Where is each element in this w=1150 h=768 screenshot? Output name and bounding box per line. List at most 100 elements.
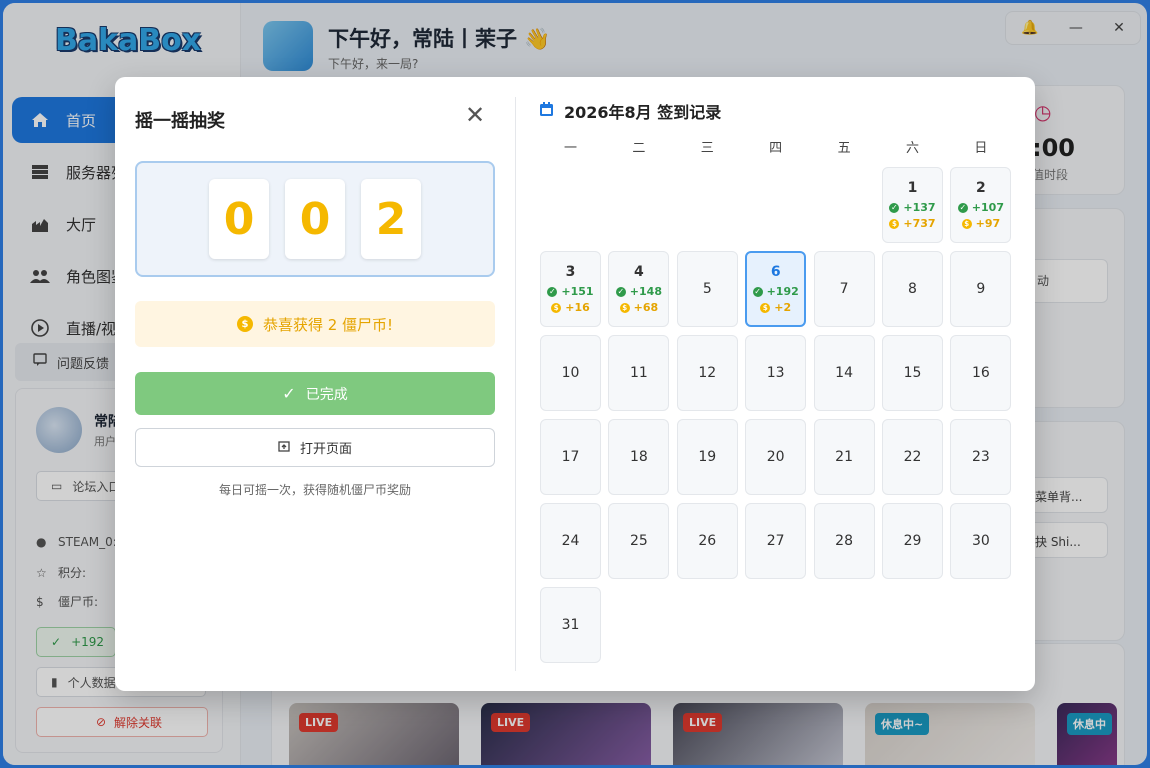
coin-icon: $ bbox=[889, 218, 900, 229]
calendar-day[interactable]: 26 bbox=[676, 503, 738, 579]
calendar-day[interactable]: 21 bbox=[813, 419, 875, 495]
completed-button[interactable]: ✓ 已完成 bbox=[135, 372, 495, 415]
day-number: 26 bbox=[698, 533, 717, 549]
calendar-icon bbox=[539, 101, 554, 121]
day-number: 27 bbox=[766, 533, 785, 549]
calendar-day[interactable]: 12 bbox=[676, 335, 738, 411]
open-page-button[interactable]: 打开页面 bbox=[135, 428, 495, 467]
check-icon: ✓ bbox=[547, 286, 558, 297]
coin-icon: $ bbox=[760, 302, 771, 313]
day-number: 11 bbox=[629, 365, 648, 381]
calendar-day[interactable]: 18 bbox=[608, 419, 670, 495]
day-number: 12 bbox=[698, 365, 717, 381]
coin-icon: $ bbox=[619, 302, 630, 313]
day-number: 22 bbox=[903, 449, 922, 465]
coin-icon: $ bbox=[236, 316, 253, 332]
day-number: 25 bbox=[629, 533, 648, 549]
calendar-day[interactable]: 14 bbox=[813, 335, 875, 411]
reward-banner: $ 恭喜获得 2 僵尸币! bbox=[135, 301, 495, 347]
day-number: 9 bbox=[976, 281, 986, 297]
modal-divider bbox=[515, 97, 516, 671]
check-icon: ✓ bbox=[957, 202, 968, 213]
calendar-day[interactable]: 5 bbox=[676, 251, 738, 327]
day-number: 4 bbox=[634, 264, 644, 280]
calendar-day[interactable]: 10 bbox=[540, 335, 601, 411]
weekday-label: 三 bbox=[700, 141, 714, 156]
day-number: 13 bbox=[766, 365, 785, 381]
calendar-day[interactable]: 23 bbox=[950, 419, 1012, 495]
day-coins: $ +16 bbox=[551, 301, 590, 314]
calendar-day[interactable]: 27 bbox=[745, 503, 807, 579]
calendar-day[interactable]: 6 ✓ +192 $ +2 bbox=[745, 251, 807, 327]
calendar-day[interactable]: 28 bbox=[813, 503, 875, 579]
day-exp: ✓ +192 bbox=[752, 285, 799, 298]
day-coins: $ +737 bbox=[889, 217, 936, 230]
weekday-label: 四 bbox=[769, 141, 783, 156]
calendar-day[interactable]: 30 bbox=[950, 503, 1012, 579]
calendar-day[interactable]: 17 bbox=[540, 419, 601, 495]
weekday-label: 六 bbox=[905, 141, 919, 156]
day-exp: ✓ +148 bbox=[615, 285, 662, 298]
day-number: 1 bbox=[907, 180, 918, 196]
calendar-day[interactable]: 9 bbox=[950, 251, 1012, 327]
day-number: 23 bbox=[971, 449, 990, 465]
completed-label: 已完成 bbox=[305, 386, 348, 403]
day-coins: $ +68 bbox=[619, 301, 658, 314]
day-number: 6 bbox=[770, 264, 781, 280]
day-number: 14 bbox=[835, 365, 853, 381]
calendar-day[interactable]: 13 bbox=[745, 335, 807, 411]
calendar-day[interactable]: 29 bbox=[882, 503, 943, 579]
day-number: 17 bbox=[561, 449, 580, 465]
day-number: 18 bbox=[629, 449, 648, 465]
calendar-day[interactable]: 31 bbox=[540, 587, 601, 663]
slot-digit: 0 bbox=[209, 179, 269, 259]
day-number: 8 bbox=[908, 281, 917, 297]
check-icon: ✓ bbox=[889, 202, 900, 213]
calendar-day[interactable]: 24 bbox=[540, 503, 601, 579]
day-number: 7 bbox=[839, 281, 849, 297]
day-coins: $ +2 bbox=[760, 301, 791, 314]
weekday-label: 二 bbox=[632, 141, 646, 156]
calendar-day[interactable]: 15 bbox=[882, 335, 943, 411]
calendar-day[interactable]: 2 ✓ +107 $ +97 bbox=[950, 167, 1012, 243]
day-number: 10 bbox=[561, 365, 580, 381]
calendar-title: 2026年8月 签到记录 bbox=[539, 99, 721, 123]
calendar-day[interactable]: 19 bbox=[676, 419, 738, 495]
day-number: 16 bbox=[971, 365, 990, 381]
calendar-day[interactable]: 7 bbox=[813, 251, 875, 327]
check-icon: ✓ bbox=[752, 286, 763, 297]
check-icon: ✓ bbox=[615, 286, 626, 297]
calendar-day[interactable]: 22 bbox=[882, 419, 943, 495]
weekday-label: 五 bbox=[837, 141, 851, 156]
day-exp: ✓ +151 bbox=[547, 285, 594, 298]
day-number: 31 bbox=[561, 617, 580, 633]
calendar-day[interactable]: 11 bbox=[608, 335, 670, 411]
calendar-day[interactable]: 3 ✓ +151 $ +16 bbox=[540, 251, 601, 327]
calendar-day[interactable]: 8 bbox=[882, 251, 943, 327]
day-exp: ✓ +137 bbox=[889, 201, 936, 214]
day-coins: $ +97 bbox=[961, 217, 1000, 230]
day-number: 29 bbox=[903, 533, 922, 549]
calendar-title-text: 2026年8月 签到记录 bbox=[564, 103, 722, 122]
check-icon: ✓ bbox=[282, 384, 296, 403]
day-number: 24 bbox=[561, 533, 580, 549]
close-icon[interactable]: ✕ bbox=[463, 103, 487, 127]
coin-icon: $ bbox=[961, 218, 972, 229]
calendar-day[interactable]: 20 bbox=[745, 419, 807, 495]
weekday-label: 一 bbox=[563, 141, 577, 156]
calendar-day[interactable]: 16 bbox=[950, 335, 1012, 411]
day-number: 15 bbox=[903, 365, 922, 381]
calendar-day[interactable]: 4 ✓ +148 $ +68 bbox=[608, 251, 670, 327]
calendar-day[interactable]: 25 bbox=[608, 503, 670, 579]
day-exp: ✓ +107 bbox=[957, 201, 1004, 214]
slot-display: 0 0 2 bbox=[135, 161, 495, 277]
slot-digit: 2 bbox=[361, 179, 421, 259]
coin-icon: $ bbox=[551, 302, 562, 313]
day-number: 2 bbox=[976, 180, 986, 196]
reward-text: 恭喜获得 2 僵尸币! bbox=[262, 315, 394, 334]
day-number: 30 bbox=[971, 533, 990, 549]
day-number: 5 bbox=[702, 281, 712, 297]
calendar-day[interactable]: 1 ✓ +137 $ +737 bbox=[882, 167, 943, 243]
day-number: 28 bbox=[835, 533, 853, 549]
slot-digit: 0 bbox=[285, 179, 345, 259]
